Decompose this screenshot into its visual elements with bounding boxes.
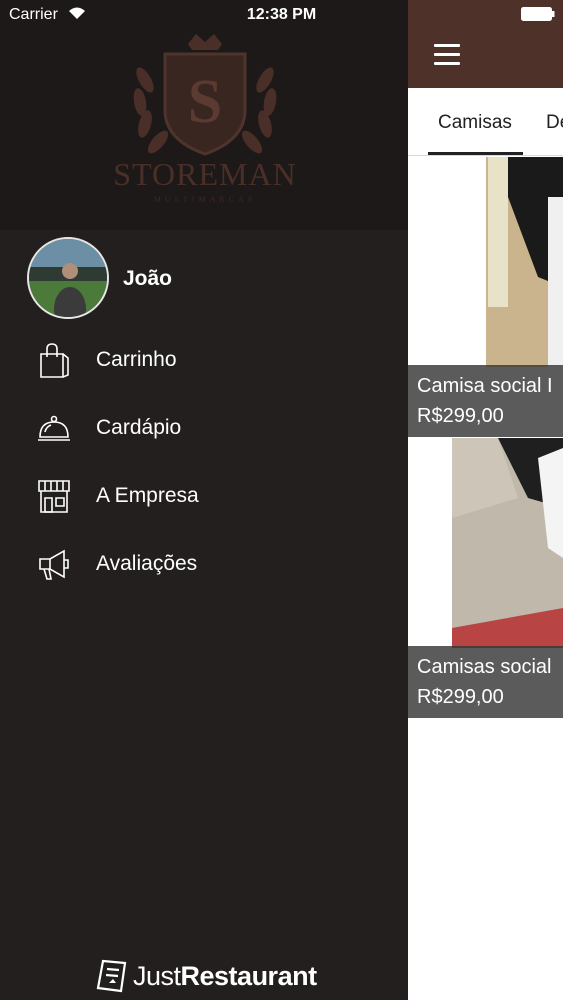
menu-item-label: A Empresa (96, 484, 199, 507)
tab-camisas[interactable]: Camisas (438, 112, 512, 134)
storefront-icon (38, 480, 70, 513)
menu-item-cardapio[interactable]: Cardápio (0, 400, 408, 460)
menu-item-a-empresa[interactable]: A Empresa (0, 468, 408, 528)
product-price: R$299,00 (417, 405, 504, 427)
footer-brand-text: JustRestaurant (133, 961, 317, 992)
menu-item-carrinho[interactable]: Carrinho (0, 332, 408, 392)
drawer-header: S STOREMAN MULTIMARCAS (0, 0, 408, 230)
user-name: João (123, 267, 173, 290)
logo-letter: S (188, 68, 222, 136)
active-tab-indicator (428, 152, 523, 155)
product-caption: Camisas social R$299,00 (408, 646, 563, 718)
product-image (408, 157, 563, 367)
hamburger-menu-button[interactable] (434, 44, 462, 66)
status-bar: Carrier 12:38 PM (0, 0, 563, 30)
justrestaurant-brand: JustRestaurant (95, 955, 325, 999)
product-caption: Camisa social I R$299,00 (408, 365, 563, 437)
product-name: Camisa social I (417, 375, 553, 397)
product-card[interactable]: Camisa social I R$299,00 (408, 157, 563, 437)
shopping-bag-icon (40, 343, 69, 378)
user-profile[interactable]: João (27, 237, 387, 319)
menu-item-label: Carrinho (96, 348, 177, 371)
menu-item-label: Cardápio (96, 416, 182, 439)
status-time: 12:38 PM (246, 6, 317, 23)
product-price: R$299,00 (417, 686, 504, 708)
product-name: Camisas social (417, 656, 552, 678)
brand-name: Restaurant (180, 961, 318, 991)
tab-de[interactable]: De (546, 112, 563, 134)
megaphone-icon (39, 549, 69, 580)
category-tabs: Camisas De (408, 88, 563, 156)
menu-item-avaliacoes[interactable]: Avaliações (0, 536, 408, 596)
menu-item-label: Avaliações (96, 552, 198, 575)
brand-prefix: Just (133, 961, 181, 991)
product-card[interactable]: Camisas social R$299,00 (408, 438, 563, 718)
battery-icon (521, 7, 555, 21)
storeman-logo: S STOREMAN MULTIMARCAS (113, 34, 296, 204)
navigation-drawer: S STOREMAN MULTIMARCAS João Carrinho Car… (0, 0, 408, 1000)
logo-text: STOREMAN (113, 156, 296, 192)
logo-subtext: MULTIMARCAS (154, 195, 256, 204)
main-content: Camisas De Camisa social I R$299,00 (408, 0, 563, 1000)
product-image (408, 438, 563, 648)
menu-card-icon (96, 959, 127, 993)
cloche-icon (38, 415, 70, 441)
avatar (27, 237, 109, 319)
